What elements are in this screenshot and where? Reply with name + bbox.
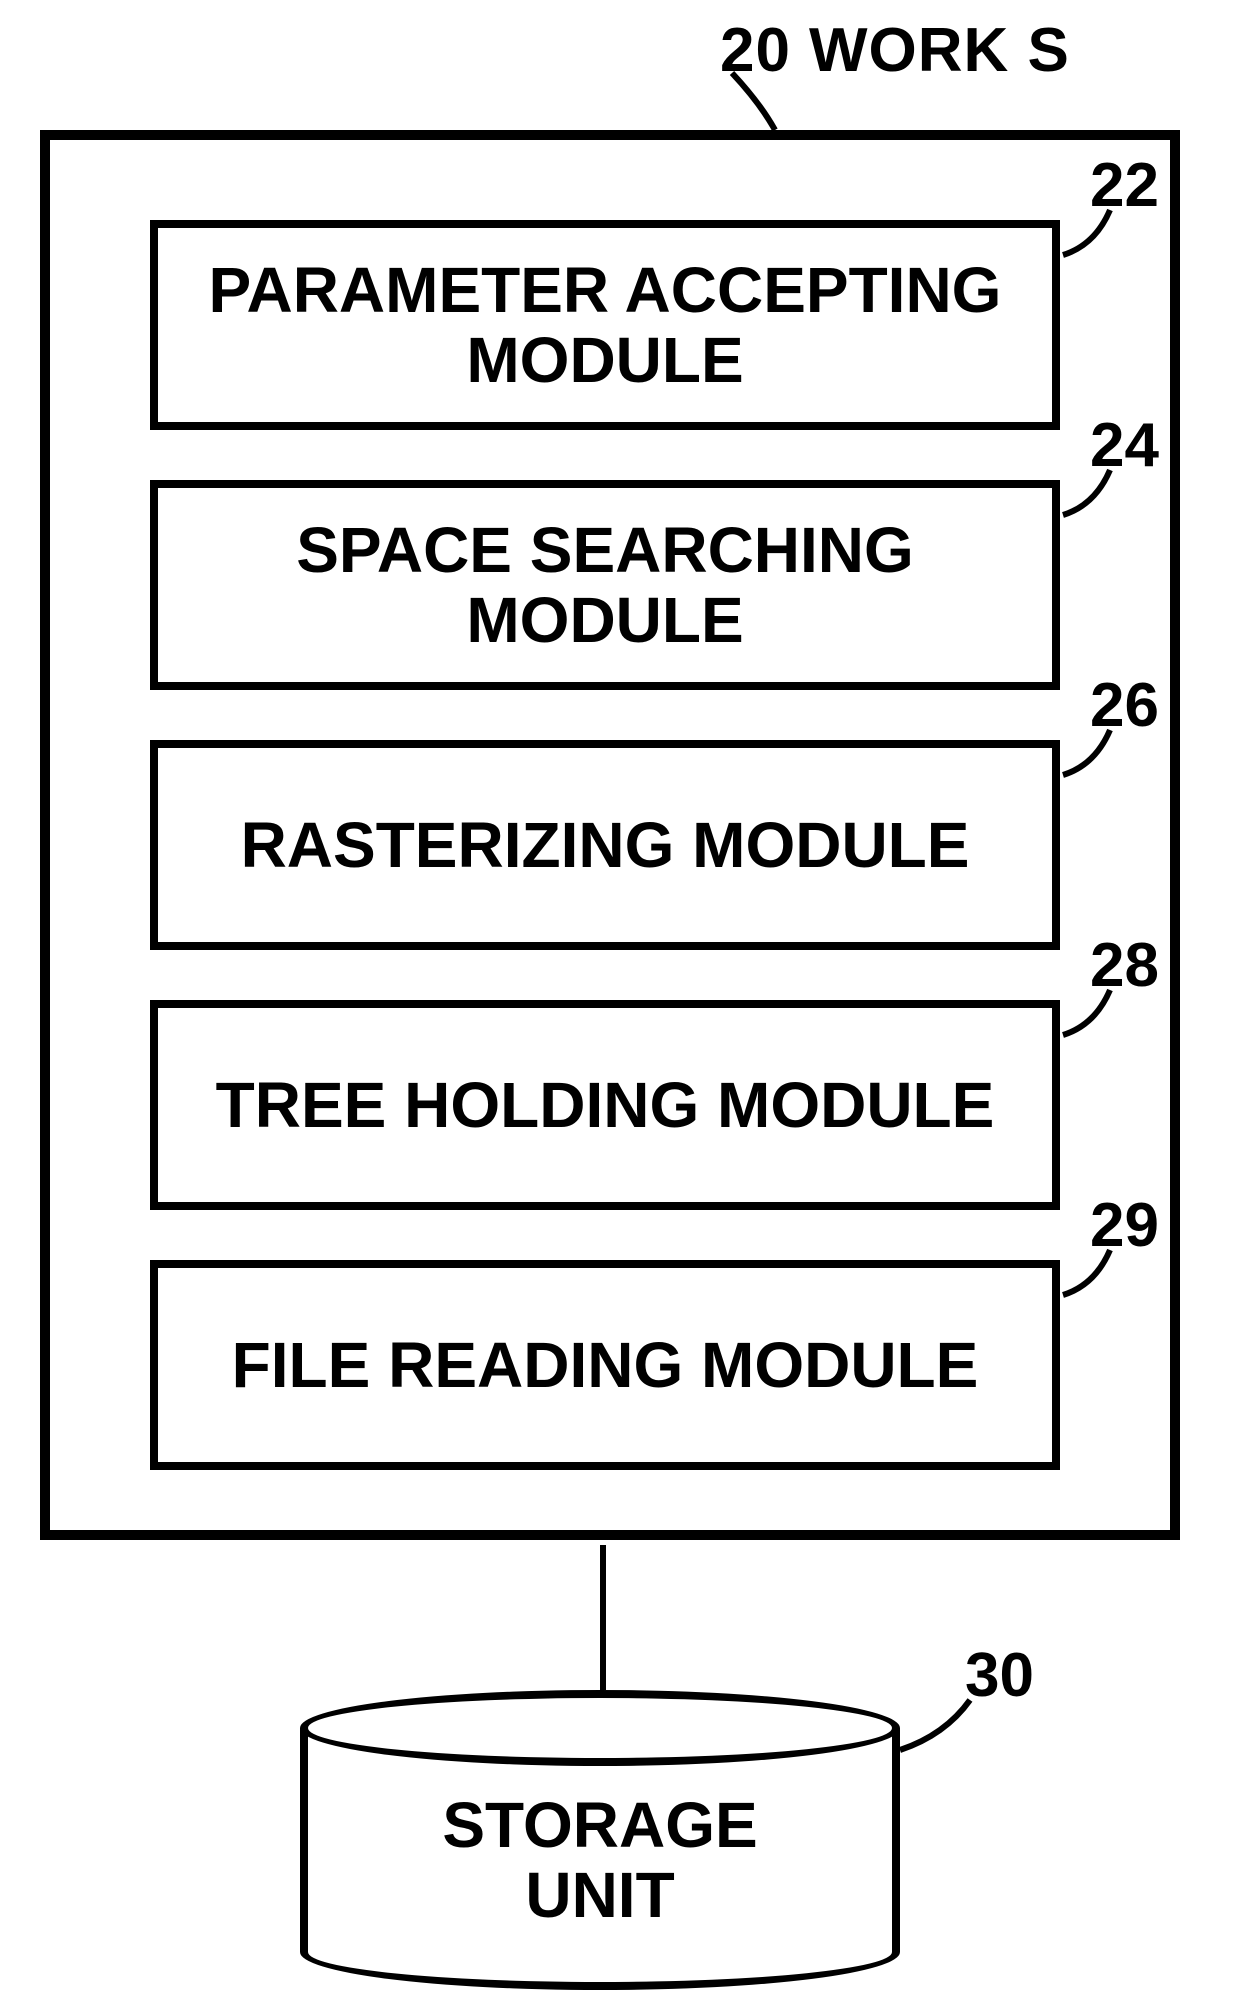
storage-unit-label: STORAGE UNIT: [300, 1790, 900, 1931]
storage-label-line1: STORAGE: [442, 1789, 757, 1861]
module-label: RASTERIZING MODULE: [241, 810, 970, 880]
cylinder-top-ellipse: [300, 1690, 900, 1766]
storage-label-line2: UNIT: [525, 1859, 674, 1931]
connector-line: [600, 1545, 606, 1690]
module-label: TREE HOLDING MODULE: [216, 1070, 995, 1140]
parameter-accepting-module-box: PARAMETER ACCEPTING MODULE: [150, 220, 1060, 430]
leader-line-30: [895, 1695, 985, 1755]
tree-holding-module-box: TREE HOLDING MODULE: [150, 1000, 1060, 1210]
leader-line-26: [1055, 720, 1125, 780]
module-label: FILE READING MODULE: [232, 1330, 979, 1400]
leader-line-28: [1055, 980, 1125, 1040]
storage-unit-cylinder: STORAGE UNIT: [300, 1690, 900, 1990]
leader-line-24: [1055, 460, 1125, 520]
space-searching-module-box: SPACE SEARCHING MODULE: [150, 480, 1060, 690]
file-reading-module-box: FILE READING MODULE: [150, 1260, 1060, 1470]
container-title: WORK S: [809, 16, 1070, 85]
module-label: SPACE SEARCHING MODULE: [178, 515, 1032, 656]
module-label: PARAMETER ACCEPTING MODULE: [178, 255, 1032, 396]
rasterizing-module-box: RASTERIZING MODULE: [150, 740, 1060, 950]
leader-line-29: [1055, 1240, 1125, 1300]
leader-line-22: [1055, 200, 1125, 260]
